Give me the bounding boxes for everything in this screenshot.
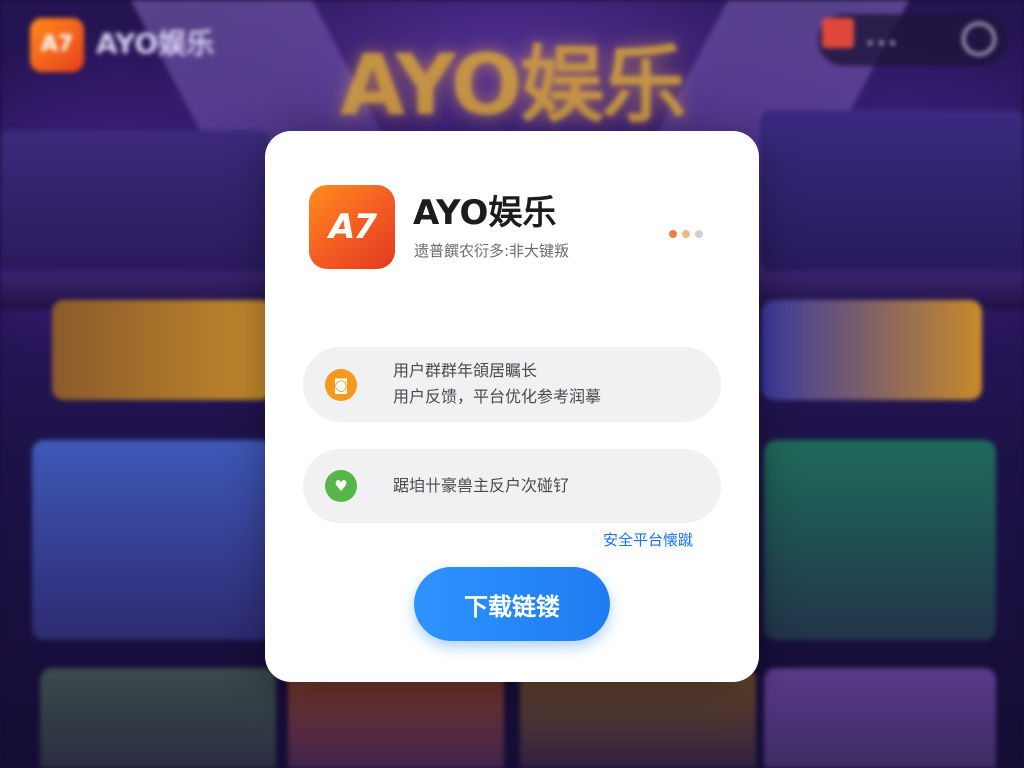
background-mini-program-capsule: ••• — [818, 14, 1008, 66]
background-game-card — [32, 440, 272, 640]
info-row-trust: ♥ 踞垍卄豪兽主反户次碰钌 — [303, 449, 721, 523]
info-row-users: ◙ 用户群群年頜居瞩长 用户反馈，平台优化参考润摹 — [303, 347, 721, 422]
background-city-left — [0, 130, 270, 270]
pager-dot[interactable] — [695, 230, 703, 238]
more-icon: ••• — [866, 36, 900, 52]
background-banner-left — [52, 300, 272, 400]
background-logo-icon: A7 — [30, 18, 84, 72]
app-name: AYO娱乐 — [413, 193, 557, 233]
safe-platform-link[interactable]: 安全平台懐蹴 — [603, 529, 693, 550]
background-game-card — [520, 668, 756, 768]
background-badge — [822, 18, 854, 48]
background-game-card — [764, 668, 996, 768]
close-ring-icon — [962, 22, 996, 56]
background-hero-title: AYO娱乐 — [340, 36, 686, 134]
download-button[interactable]: 下载链镂 — [414, 567, 610, 641]
background-game-card — [40, 668, 276, 768]
app-subtitle: 遗普饌农衍多:非大键叛 — [414, 242, 570, 260]
pager-dot[interactable] — [682, 230, 690, 238]
info-row-line: 用户群群年頜居瞩长 — [393, 361, 538, 380]
background-game-card — [764, 440, 996, 640]
background-logo-text: AYO娱乐 — [96, 27, 215, 60]
background-city-right — [760, 110, 1024, 270]
app-icon: A7 — [309, 185, 395, 269]
pager-dot[interactable] — [669, 230, 677, 238]
pager-dots — [669, 223, 708, 238]
background-banner-right — [762, 300, 982, 400]
camera-badge-icon: ◙ — [325, 369, 357, 401]
heart-shield-icon: ♥ — [325, 470, 357, 502]
info-row-line: 踞垍卄豪兽主反户次碰钌 — [393, 476, 570, 495]
background-game-card — [288, 668, 504, 768]
download-dialog: A7 AYO娱乐 遗普饌农衍多:非大键叛 ◙ 用户群群年頜居瞩长 用户反馈，平台… — [265, 131, 759, 682]
info-row-line: 用户反馈，平台优化参考润摹 — [393, 387, 602, 406]
